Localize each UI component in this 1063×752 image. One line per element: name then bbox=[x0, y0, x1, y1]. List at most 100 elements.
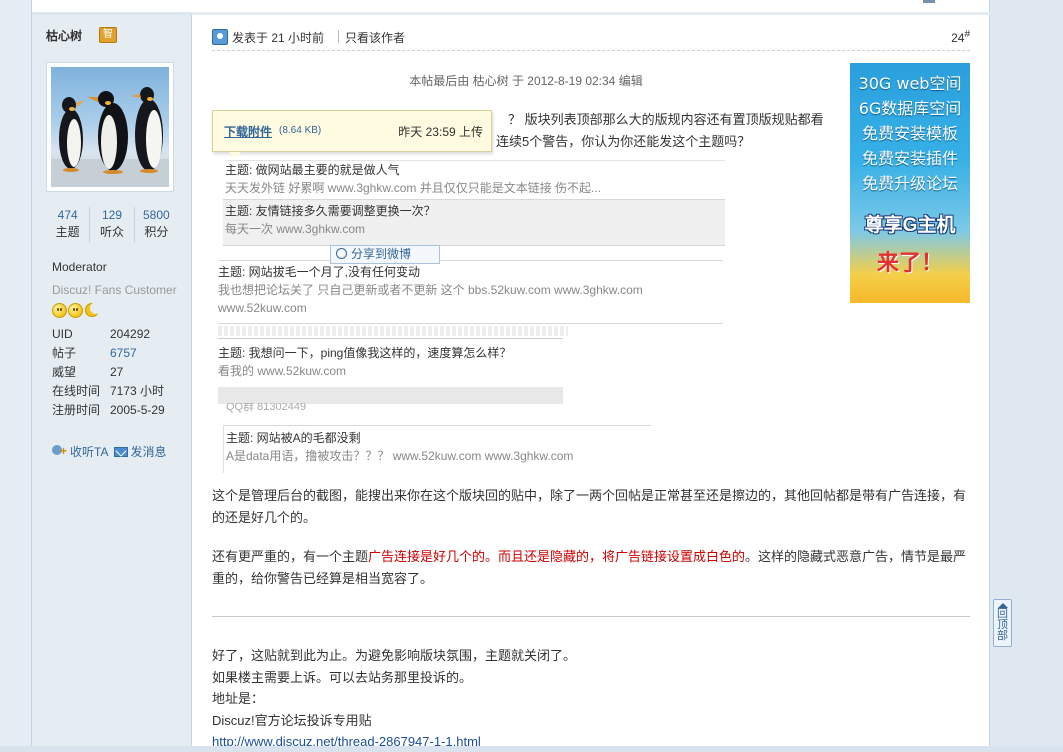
item-snippet: www.52kuw.com bbox=[218, 301, 307, 315]
text-line: 地址是： bbox=[212, 691, 265, 706]
upload-time: 昨天 23:59 上传 bbox=[398, 125, 483, 139]
follow-button[interactable]: 收听TA bbox=[52, 443, 108, 460]
item-title: 主题: 我想问一下，ping值像我这样的，速度算怎么样？ bbox=[218, 346, 512, 360]
author-actions: 收听TA 发消息 bbox=[52, 443, 166, 460]
reply-icon-fragment[interactable] bbox=[923, 0, 935, 3]
divider bbox=[218, 326, 568, 336]
stat-label: 主题 bbox=[55, 225, 80, 239]
sun-icon bbox=[52, 303, 67, 318]
screenshot-item: 主题: 做网站最主要的就是做人气 天天发外链 好累啊 www.3ghkw.com… bbox=[225, 160, 725, 202]
author-name[interactable]: 枯心树 bbox=[46, 29, 82, 43]
info-label: UID bbox=[52, 327, 73, 341]
ad-line: 30G web空间 bbox=[858, 74, 962, 93]
stat-label: 积分 bbox=[144, 225, 169, 239]
attached-screenshot[interactable]: 主题: 做网站最主要的就是做人气 天天发外链 好累啊 www.3ghkw.com… bbox=[212, 110, 732, 490]
ad-headline: 尊享G主机 bbox=[864, 215, 956, 236]
text-line: Discuz!官方论坛投诉专用贴 bbox=[212, 712, 372, 728]
info-row: 在线时间 7173 小时 bbox=[52, 382, 182, 401]
user-group-sub: Discuz! Fans Customer bbox=[52, 283, 177, 297]
divider bbox=[212, 616, 970, 617]
follow-icon bbox=[52, 445, 69, 458]
post-header: 发表于 21 小时前 只看该作者 24# bbox=[212, 27, 970, 51]
info-value: 204292 bbox=[110, 327, 151, 341]
ad-tagline: 来了！ bbox=[876, 250, 943, 276]
share-label[interactable]: 分享到微博 bbox=[351, 247, 411, 261]
author-info: UID 204292 帖子 6757 威望 27 在线时间 7173 小时 注册… bbox=[52, 325, 182, 420]
moon-icon bbox=[84, 302, 102, 318]
follow-label[interactable]: 收听TA bbox=[70, 443, 108, 460]
text: 还有更严重的，有一个主题 bbox=[212, 549, 369, 564]
avatar-image[interactable] bbox=[51, 67, 169, 187]
sun-icon bbox=[68, 303, 83, 318]
info-value: 7173 小时 bbox=[110, 384, 165, 398]
ad-banner[interactable]: 30G web空间 6G数据库空间 免费安装模板 免费安装插件 免费升级论坛 尊… bbox=[850, 63, 970, 303]
post-frame: 枯心树 智 474 主题 129 听众 5800 积分 Moderator Di… bbox=[31, 0, 990, 752]
info-label: 帖子 bbox=[52, 346, 77, 360]
info-value: 2005-5-29 bbox=[110, 403, 165, 417]
item-snippet: 每天一次 www.3ghkw.com bbox=[225, 222, 366, 236]
floor-sup: # bbox=[964, 29, 970, 40]
info-row: 威望 27 bbox=[52, 363, 182, 382]
download-attachment-link[interactable]: 下载附件 bbox=[224, 123, 272, 140]
divider bbox=[218, 387, 563, 404]
stat-value[interactable]: 129 bbox=[90, 207, 133, 223]
info-row: UID 204292 bbox=[52, 325, 182, 344]
divider bbox=[338, 30, 339, 43]
post-paragraph: 还有更严重的，有一个主题广告连接是好几个的。而且还是隐藏的，将广告链接设置成白色… bbox=[212, 546, 972, 590]
stat-credits[interactable]: 5800 积分 bbox=[133, 207, 178, 243]
only-author-link[interactable]: 只看该作者 bbox=[345, 29, 405, 46]
page-bottom-strip bbox=[0, 746, 1063, 752]
item-snippet: 看我的 www.52kuw.com bbox=[218, 364, 347, 378]
attachment-tooltip: 下载附件 (8.64 KB) 昨天 23:59 上传 bbox=[212, 110, 492, 158]
ad-line: 6G数据库空间 bbox=[858, 99, 962, 118]
avatar[interactable] bbox=[46, 62, 174, 192]
item-title: 主题: 网站被A的毛都没剩 bbox=[226, 431, 361, 445]
stat-value[interactable]: 474 bbox=[46, 207, 89, 223]
ad-line: 免费升级论坛 bbox=[861, 174, 958, 193]
message-label[interactable]: 发消息 bbox=[130, 443, 166, 460]
screenshot-item: 主题: 网站拔毛一个月了,没有任何变动 我也想把论坛关了 只自己更新或者不更新 … bbox=[218, 260, 723, 324]
user-group[interactable]: Moderator bbox=[52, 260, 107, 274]
medal-icon: 智 bbox=[99, 27, 117, 43]
floor-number[interactable]: 24# bbox=[951, 29, 970, 45]
attachment-size: (8.64 KB) bbox=[279, 125, 322, 136]
item-snippet: 我也想把论坛关了 只自己更新或者不更新 这个 bbs.52kuw.com www… bbox=[218, 283, 643, 297]
page-margin-left bbox=[0, 0, 31, 752]
info-label: 威望 bbox=[52, 365, 77, 379]
stat-threads[interactable]: 474 主题 bbox=[46, 207, 89, 243]
penguins-icon bbox=[51, 87, 169, 187]
stat-followers[interactable]: 129 听众 bbox=[89, 207, 133, 243]
message-button[interactable]: 发消息 bbox=[114, 443, 166, 460]
info-value-posts[interactable]: 6757 bbox=[110, 344, 137, 363]
post-paragraph: 好了，这贴就到此为止。为避免影响版块氛围，主题就关闭了。 如果楼主需要上诉。可以… bbox=[212, 645, 972, 752]
author-sidebar: 枯心树 智 474 主题 129 听众 5800 积分 Moderator Di… bbox=[32, 15, 192, 752]
item-snippet: 天天发外链 好累啊 www.3ghkw.com 并且仅仅只能是文本链接 伤不起.… bbox=[225, 181, 602, 195]
qq-fragment: QQ群 81302449 bbox=[226, 403, 307, 413]
tooltip-arrow bbox=[229, 152, 241, 158]
mail-icon bbox=[114, 446, 129, 457]
post-content: 发表于 21 小时前 只看该作者 24# 本帖最后由 枯心树 于 2012-8-… bbox=[212, 15, 990, 752]
back-to-top-label[interactable]: 回顶部 bbox=[997, 609, 1008, 642]
stat-label: 听众 bbox=[99, 225, 124, 239]
info-row: 帖子 6757 bbox=[52, 344, 182, 363]
ad-line: 免费安装模板 bbox=[861, 124, 958, 143]
screenshot-item: 主题: 网站被A的毛都没剩 A是data用语，撸被攻击？？？ www.52kuw… bbox=[223, 425, 651, 473]
info-label: 在线时间 bbox=[52, 384, 101, 398]
author-row: 枯心树 智 bbox=[46, 27, 186, 47]
item-snippet: A是data用语，撸被攻击？？？ www.52kuw.com www.3ghkw… bbox=[226, 449, 574, 463]
screenshot-item: 主题: 友情链接多久需要调整更换一次？ 每天一次 www.3ghkw.com bbox=[223, 199, 725, 246]
item-title: 主题: 网站拔毛一个月了,没有任何变动 bbox=[218, 265, 421, 279]
item-title: 主题: 做网站最主要的就是做人气 bbox=[225, 163, 400, 177]
floor-number-value[interactable]: 24 bbox=[951, 31, 964, 45]
share-weibo-button[interactable]: 分享到微博 bbox=[330, 245, 440, 264]
online-status-icon bbox=[212, 29, 228, 45]
back-to-top-button[interactable]: 回顶部 bbox=[993, 599, 1012, 647]
edit-note: 本帖最后由 枯心树 于 2012-8-19 02:34 编辑 bbox=[409, 74, 643, 88]
highlight-text: 广告连接是好几个的。而且还是隐藏的，将广告链接设置成白色的 bbox=[368, 549, 746, 564]
post-paragraph: 这个是管理后台的截图，能搜出来你在这个版块回的贴中，除了一两个回帖是正常甚至还是… bbox=[212, 488, 967, 525]
stat-value[interactable]: 5800 bbox=[135, 207, 178, 223]
item-title: 主题: 友情链接多久需要调整更换一次？ bbox=[225, 204, 436, 218]
post-time: 发表于 21 小时前 bbox=[232, 31, 325, 45]
author-stats: 474 主题 129 听众 5800 积分 bbox=[46, 207, 178, 243]
info-label: 注册时间 bbox=[52, 403, 101, 417]
